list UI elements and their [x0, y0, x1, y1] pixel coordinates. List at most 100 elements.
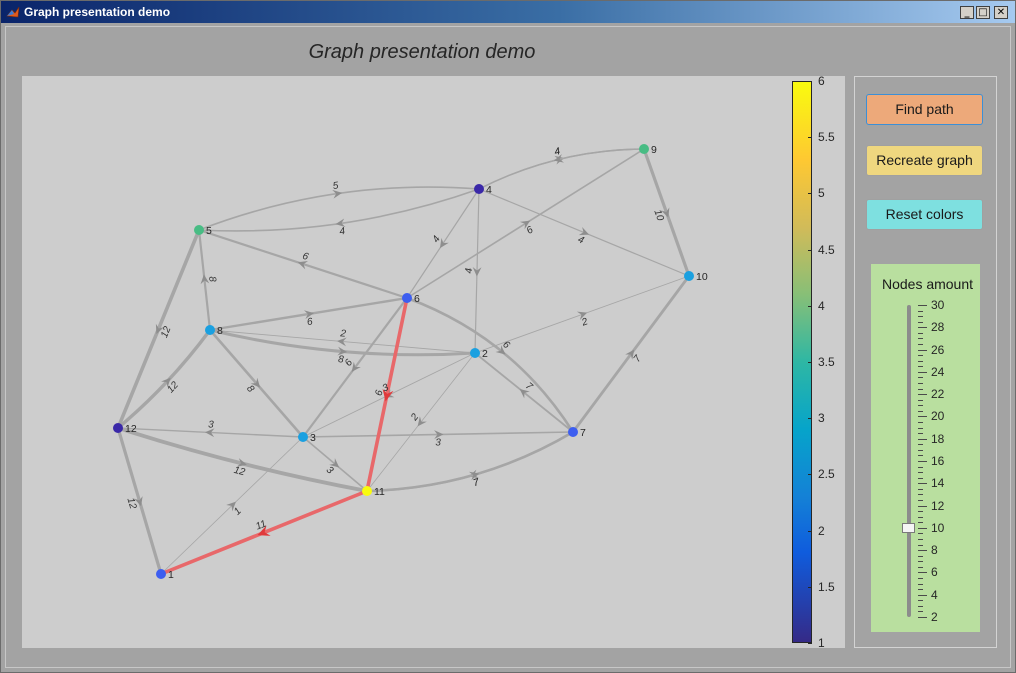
slider-minor-tick — [918, 589, 923, 591]
slider-minor-tick — [918, 488, 923, 490]
slider-minor-tick — [918, 332, 923, 334]
colorbar-tick-label: 2.5 — [818, 467, 835, 482]
edge-2-11 — [366, 352, 476, 492]
slider-tick-label: 20 — [931, 409, 945, 424]
edge-5-12 — [116, 228, 201, 430]
graph-plot[interactable]: 4544104446668121228866627237333121211177… — [22, 76, 845, 648]
slider-major-tick — [918, 550, 927, 552]
node-label: 6 — [414, 293, 420, 305]
find-path-button[interactable]: Find path — [866, 94, 983, 125]
colorbar-tick-label: 4 — [818, 298, 825, 313]
slider-tick-label: 8 — [931, 543, 938, 558]
slider-minor-tick — [918, 539, 923, 540]
slider-tick-label: 26 — [931, 342, 945, 357]
colorbar-tick — [808, 586, 812, 588]
nodes-amount-slider-track[interactable] — [907, 305, 911, 617]
graph-axes[interactable]: 4 5 4 4 10 4 4 4 6 6 6 8 12 12 2 8 8 6 6 6 2 7 2 3 7 3 3 3 12 12 1 11 7 7… — [22, 76, 845, 648]
slider-minor-tick — [918, 533, 923, 535]
node-12[interactable]: 12 — [113, 423, 137, 435]
slider-minor-tick — [918, 388, 923, 390]
edge-weight-label: 7 — [472, 477, 481, 489]
slider-minor-tick — [918, 500, 923, 501]
edge-4-5 — [198, 188, 480, 232]
reset-colors-button[interactable]: Reset colors — [866, 199, 983, 230]
slider-major-tick — [918, 305, 927, 306]
colorbar-tick — [808, 474, 812, 476]
title-bar[interactable]: Graph presentation demo _ □ ✕ — [1, 1, 1015, 23]
edge-weight-label: 12 — [124, 497, 138, 511]
node-9[interactable]: 9 — [639, 144, 657, 156]
slider-minor-tick — [918, 516, 923, 518]
slider-minor-tick — [918, 477, 923, 479]
maximize-button[interactable]: □ — [976, 6, 990, 19]
slider-major-tick — [918, 617, 927, 618]
slider-minor-tick — [918, 410, 923, 412]
edge-weight-label: 8 — [206, 276, 218, 283]
slider-major-tick — [918, 438, 927, 440]
recreate-graph-button[interactable]: Recreate graph — [866, 145, 983, 176]
slider-minor-tick — [918, 360, 923, 362]
matlab-logo-icon — [6, 6, 20, 18]
colorbar-tick — [808, 362, 812, 363]
edge-weight-label: 10 — [651, 208, 665, 223]
edge-7-10 — [571, 274, 691, 434]
slider-major-tick — [918, 349, 927, 351]
colorbar-tick — [808, 643, 812, 644]
figure-title: Graph presentation demo — [308, 41, 536, 63]
edge-weight-label: 7 — [632, 353, 644, 364]
slider-minor-tick — [918, 466, 923, 468]
node-label: 5 — [206, 225, 212, 237]
slider-minor-tick — [918, 399, 923, 401]
node-4[interactable]: 4 — [474, 184, 492, 196]
node-10[interactable]: 10 — [684, 271, 708, 283]
edge-weight-label: 6 — [301, 251, 310, 263]
node-label: 11 — [374, 486, 385, 498]
edge-weight-label: 12 — [233, 465, 247, 478]
slider-major-tick — [918, 594, 927, 596]
slider-tick-label: 6 — [931, 565, 938, 580]
node-label: 3 — [310, 432, 316, 444]
node-2[interactable]: 2 — [470, 348, 488, 360]
edge-weight-label: 2 — [579, 316, 589, 329]
nodes-amount-panel — [871, 264, 980, 632]
colorbar-tick-label: 3.5 — [818, 355, 835, 369]
nodes-amount-slider-thumb[interactable] — [902, 522, 915, 533]
slider-major-tick — [918, 505, 927, 507]
node-label: 4 — [486, 184, 492, 196]
edge-weight-label: 4 — [464, 267, 475, 273]
edge-weight-label: 3 — [324, 464, 336, 476]
edge-11-1 — [159, 489, 369, 576]
slider-minor-tick — [918, 600, 923, 602]
slider-minor-tick — [918, 611, 923, 613]
slider-minor-tick — [918, 422, 923, 423]
slider-tick-label: 10 — [931, 520, 945, 535]
edge-7-11 — [365, 430, 575, 493]
minimize-button[interactable]: _ — [960, 6, 974, 19]
slider-minor-tick — [918, 578, 923, 579]
edge-4-6 — [406, 188, 480, 299]
node-label: 2 — [482, 348, 488, 360]
slider-tick-label: 24 — [931, 364, 945, 379]
colorbar-tick — [808, 249, 812, 251]
edge-weight-label: 6 — [306, 316, 314, 328]
close-button[interactable]: ✕ — [994, 6, 1008, 19]
node-11[interactable]: 11 — [362, 486, 385, 498]
node-3[interactable]: 3 — [298, 432, 316, 444]
colorbar-tick-label: 5.5 — [818, 130, 835, 145]
slider-minor-tick — [918, 427, 923, 429]
colorbar-tick — [808, 418, 812, 420]
colorbar-tick-label: 1.5 — [818, 579, 835, 594]
edge-weight-label: 1 — [232, 506, 244, 518]
slider-minor-tick — [918, 366, 923, 368]
slider-minor-tick — [918, 310, 923, 312]
slider-major-tick — [918, 371, 927, 373]
colorbar-tick-label: 6 — [818, 74, 825, 88]
slider-tick-label: 12 — [931, 498, 945, 513]
edge-11-7 — [365, 430, 575, 493]
edge-7-2 — [474, 352, 574, 433]
slider-minor-tick — [918, 344, 923, 345]
slider-minor-tick — [918, 605, 923, 607]
colorbar-tick-label: 2 — [818, 523, 825, 538]
edge-weight-label: 4 — [553, 146, 561, 158]
colorbar-tick — [808, 530, 812, 532]
